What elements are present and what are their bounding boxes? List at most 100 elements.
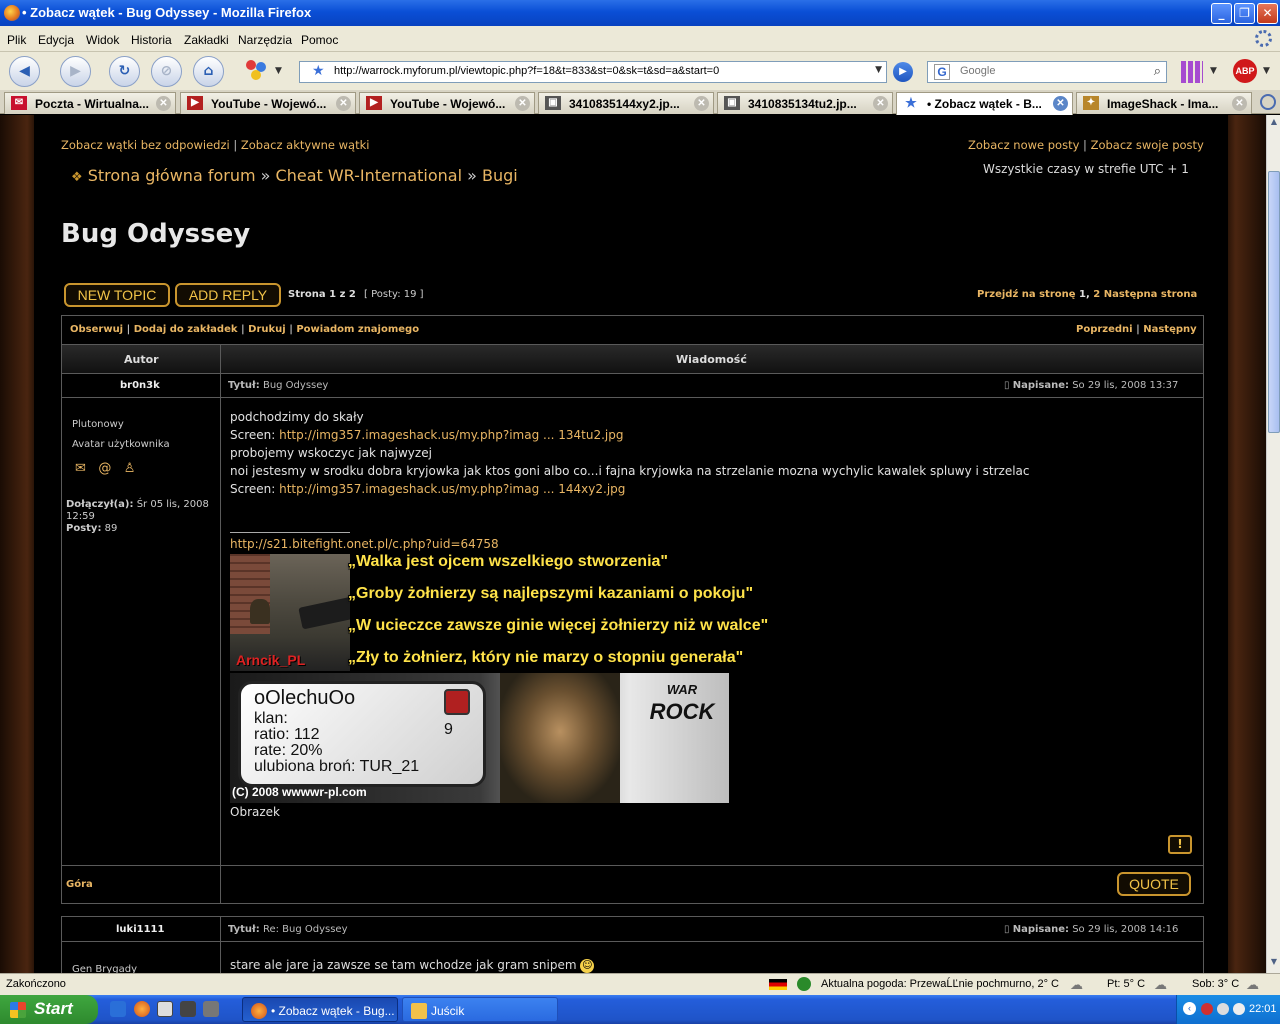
firefox-icon xyxy=(4,5,20,21)
back-to-top-link[interactable]: Góra xyxy=(66,879,93,890)
menu-narzedzia[interactable]: Narzędzia xyxy=(238,33,292,47)
action-print[interactable]: Drukuj xyxy=(248,324,286,335)
add-reply-button[interactable]: ADD REPLY xyxy=(175,283,281,307)
breadcrumb-bugi[interactable]: Bugi xyxy=(482,166,518,185)
action-notify-friend[interactable]: Powiadom znajomego xyxy=(296,324,419,335)
menu-zakladki[interactable]: Zakładki xyxy=(184,33,229,47)
stop-button[interactable]: ⊘ xyxy=(151,56,182,87)
close-tab-icon[interactable]: ✕ xyxy=(336,96,351,111)
user-profile-icon[interactable]: ♙ xyxy=(124,461,136,476)
weather-saturday: Sob: 3° C xyxy=(1192,978,1240,990)
screen-link-1[interactable]: http://img357.imageshack.us/my.php?imag … xyxy=(279,428,623,442)
minimize-button[interactable]: _ xyxy=(1211,3,1232,24)
soldier-image xyxy=(500,673,620,803)
page-2-link[interactable]: 2 xyxy=(1093,289,1100,300)
quote-button[interactable]: QUOTE xyxy=(1117,872,1191,896)
report-post-button[interactable]: ! xyxy=(1168,835,1192,854)
scroll-up-icon[interactable]: ▲ xyxy=(1268,117,1280,131)
all-tabs-icon[interactable] xyxy=(1260,94,1276,110)
youtube-icon: ▶ xyxy=(366,96,382,110)
close-tab-icon[interactable]: ✕ xyxy=(515,96,530,111)
signature-link[interactable]: http://s21.bitefight.onet.pl/c.php?uid=6… xyxy=(230,537,499,551)
url-input[interactable] xyxy=(334,65,864,77)
link-new-posts[interactable]: Zobacz nowe posty xyxy=(968,138,1079,152)
breadcrumb-home[interactable]: Strona główna forum xyxy=(88,166,256,185)
reload-button[interactable]: ↻ xyxy=(109,56,140,87)
close-tab-icon[interactable]: ✕ xyxy=(873,96,888,111)
task-juscik[interactable]: Juścik xyxy=(402,997,558,1022)
menu-edycja[interactable]: Edycja xyxy=(38,33,74,47)
link-own-posts[interactable]: Zobacz swoje posty xyxy=(1091,138,1204,152)
tray-app-icon[interactable] xyxy=(1217,1003,1229,1015)
tab-image-2[interactable]: ▣ 3410835134tu2.jp... ✕ xyxy=(717,92,893,114)
addon-grid-icon[interactable] xyxy=(1181,61,1203,83)
german-flag-icon[interactable] xyxy=(769,979,787,990)
menu-bar: Plik Edycja Widok Historia Zakładki Narz… xyxy=(0,26,1280,52)
post-author[interactable]: br0n3k xyxy=(120,380,160,391)
forward-button[interactable]: ▶ xyxy=(60,56,91,87)
pm-icon[interactable]: ✉ xyxy=(75,461,86,476)
menu-historia[interactable]: Historia xyxy=(131,33,172,47)
extension-colors-icon[interactable] xyxy=(246,60,268,82)
clock[interactable]: 22:01 xyxy=(1249,1003,1277,1015)
close-tab-icon[interactable]: ✕ xyxy=(694,96,709,111)
screen-link-2[interactable]: http://img357.imageshack.us/my.php?imag … xyxy=(279,482,625,496)
close-tab-icon[interactable]: ✕ xyxy=(1232,96,1247,111)
search-box[interactable]: G ⌕ xyxy=(927,61,1167,83)
close-tab-icon[interactable]: ✕ xyxy=(1053,96,1068,111)
bookmark-star-icon[interactable]: ★ xyxy=(312,63,325,79)
quicklaunch-app-icon[interactable] xyxy=(157,1001,173,1017)
prev-topic-link[interactable]: Poprzedni xyxy=(1076,324,1133,335)
action-bookmark[interactable]: Dodaj do zakładek xyxy=(134,324,238,335)
url-bar[interactable]: ★ ▼ xyxy=(299,61,887,83)
tab-poczta[interactable]: ✉ Poczta - Wirtualna... ✕ xyxy=(4,92,176,114)
link-active-topics[interactable]: Zobacz aktywne wątki xyxy=(241,138,370,152)
next-page-link[interactable]: Następna strona xyxy=(1104,289,1198,300)
new-topic-button[interactable]: NEW TOPIC xyxy=(64,283,170,307)
home-button[interactable]: ⌂ xyxy=(193,56,224,87)
link-unanswered[interactable]: Zobacz wątki bez odpowiedzi xyxy=(61,138,230,152)
maximize-button[interactable]: ❐ xyxy=(1234,3,1255,24)
action-watch[interactable]: Obserwuj xyxy=(70,324,123,335)
google-engine-icon[interactable]: G xyxy=(934,64,950,80)
quicklaunch-firefox-icon[interactable] xyxy=(134,1001,150,1017)
tray-app-icon[interactable] xyxy=(1201,1003,1213,1015)
tab-active-zobacz-watek[interactable]: ★ • Zobacz wątek - B... ✕ xyxy=(896,92,1073,115)
chevron-down-icon[interactable]: ▼ xyxy=(1210,66,1217,76)
tab-image-1[interactable]: ▣ 3410835144xy2.jp... ✕ xyxy=(538,92,714,114)
menu-pomoc[interactable]: Pomoc xyxy=(301,33,338,47)
quicklaunch-app-icon[interactable] xyxy=(180,1001,196,1017)
image-icon: ▣ xyxy=(545,96,561,110)
email-icon[interactable]: @ xyxy=(98,461,111,476)
go-button[interactable]: ▶ xyxy=(893,62,913,82)
post-subject: Tytuł: Re: Bug Odyssey xyxy=(228,924,348,935)
scrollbar-thumb[interactable] xyxy=(1268,171,1280,433)
tray-app-icon[interactable] xyxy=(1233,1003,1245,1015)
chevron-down-icon[interactable]: ▼ xyxy=(275,66,282,76)
start-button[interactable]: Start xyxy=(0,995,98,1024)
status-green-icon[interactable] xyxy=(797,977,811,991)
adblock-plus-icon[interactable]: ABP xyxy=(1233,59,1257,83)
search-icon[interactable]: ⌕ xyxy=(1154,64,1161,79)
menu-widok[interactable]: Widok xyxy=(86,33,119,47)
url-dropdown-icon[interactable]: ▼ xyxy=(875,65,882,75)
post-author[interactable]: luki1111 xyxy=(116,924,164,935)
breadcrumb-cheat[interactable]: Cheat WR-International xyxy=(276,166,463,185)
scroll-down-icon[interactable]: ▼ xyxy=(1268,957,1280,971)
tab-imageshack[interactable]: ✦ ImageShack - Ima... ✕ xyxy=(1076,92,1252,114)
close-tab-icon[interactable]: ✕ xyxy=(156,96,171,111)
user-rank: Plutonowy xyxy=(72,419,124,430)
tab-youtube-2[interactable]: ▶ YouTube - Wojewó... ✕ xyxy=(359,92,535,114)
next-topic-link[interactable]: Następny xyxy=(1143,324,1196,335)
task-firefox[interactable]: • Zobacz wątek - Bug... xyxy=(242,997,398,1022)
tray-expand-icon[interactable]: ‹ xyxy=(1183,1002,1196,1015)
quicklaunch-app-icon[interactable] xyxy=(203,1001,219,1017)
search-input[interactable] xyxy=(960,65,1140,77)
back-button[interactable]: ◀ xyxy=(9,56,40,87)
page-scrollbar[interactable]: ▲ ▼ xyxy=(1266,115,1280,973)
tab-youtube-1[interactable]: ▶ YouTube - Wojewó... ✕ xyxy=(180,92,356,114)
chevron-down-icon[interactable]: ▼ xyxy=(1263,66,1270,76)
quicklaunch-desktop-icon[interactable] xyxy=(110,1001,126,1017)
menu-plik[interactable]: Plik xyxy=(7,33,26,47)
close-button[interactable]: ✕ xyxy=(1257,3,1278,24)
